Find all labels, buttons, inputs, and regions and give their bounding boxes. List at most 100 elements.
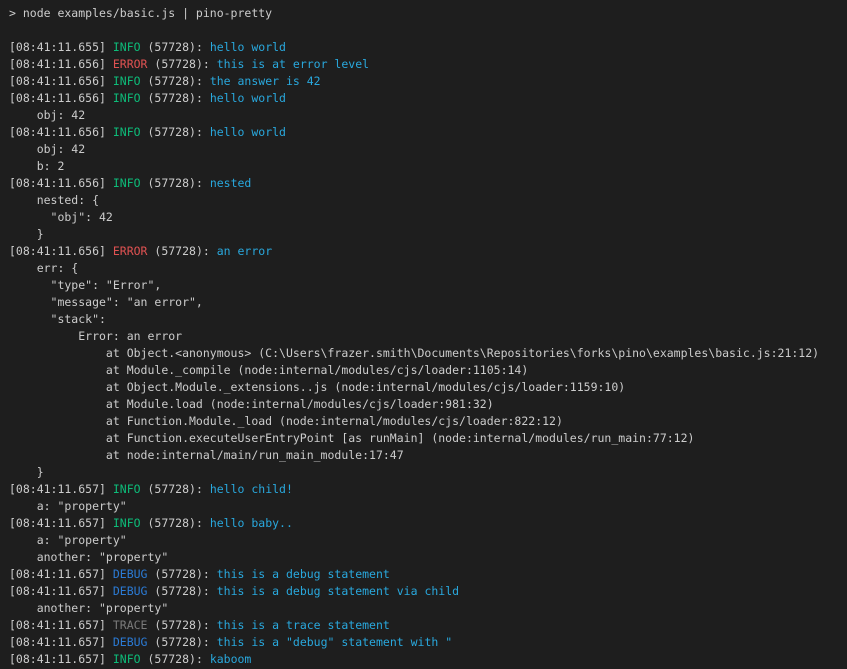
log-text: (57728): bbox=[147, 244, 216, 258]
log-text: } bbox=[9, 465, 44, 479]
terminal-line: Error: an error bbox=[9, 328, 847, 345]
log-text: [08:41:11.655] bbox=[9, 40, 113, 54]
log-text: > node examples/basic.js | pino-pretty bbox=[9, 6, 272, 20]
log-text: "stack": bbox=[9, 312, 106, 326]
log-level-info: INFO bbox=[113, 74, 141, 88]
terminal-line: obj: 42 bbox=[9, 107, 847, 124]
log-text: [08:41:11.656] bbox=[9, 91, 113, 105]
terminal-line: [08:41:11.656] ERROR (57728): an error bbox=[9, 243, 847, 260]
terminal-line: [08:41:11.656] INFO (57728): hello world bbox=[9, 124, 847, 141]
terminal-output: > node examples/basic.js | pino-pretty [… bbox=[9, 5, 847, 668]
terminal-line: [08:41:11.657] DEBUG (57728): this is a … bbox=[9, 566, 847, 583]
log-message: the answer is 42 bbox=[210, 74, 321, 88]
terminal-line: another: "property" bbox=[9, 600, 847, 617]
log-text: [08:41:11.656] bbox=[9, 244, 113, 258]
terminal-line: [08:41:11.657] INFO (57728): kaboom bbox=[9, 651, 847, 668]
log-text: Error: an error bbox=[9, 329, 182, 343]
terminal-line: at Module._compile (node:internal/module… bbox=[9, 362, 847, 379]
terminal-line: nested: { bbox=[9, 192, 847, 209]
log-text: obj: 42 bbox=[9, 142, 85, 156]
log-text: (57728): bbox=[141, 125, 210, 139]
log-text: at Function.Module._load (node:internal/… bbox=[9, 414, 563, 428]
log-text: (57728): bbox=[141, 74, 210, 88]
terminal-line: a: "property" bbox=[9, 532, 847, 549]
log-level-info: INFO bbox=[113, 482, 141, 496]
log-text: (57728): bbox=[147, 635, 216, 649]
log-message: this is a trace statement bbox=[217, 618, 390, 632]
terminal-line bbox=[9, 22, 847, 39]
terminal-line: at Function.Module._load (node:internal/… bbox=[9, 413, 847, 430]
log-text: another: "property" bbox=[9, 601, 168, 615]
terminal-line: [08:41:11.657] TRACE (57728): this is a … bbox=[9, 617, 847, 634]
log-level-error: ERROR bbox=[113, 244, 148, 258]
terminal-line: at node:internal/main/run_main_module:17… bbox=[9, 447, 847, 464]
terminal-line: "stack": bbox=[9, 311, 847, 328]
log-text: err: { bbox=[9, 261, 78, 275]
terminal-line: [08:41:11.656] INFO (57728): nested bbox=[9, 175, 847, 192]
log-message: hello world bbox=[210, 40, 286, 54]
log-text: (57728): bbox=[141, 652, 210, 666]
log-text: (57728): bbox=[141, 91, 210, 105]
terminal[interactable]: > node examples/basic.js | pino-pretty [… bbox=[0, 0, 847, 669]
log-text: a: "property" bbox=[9, 499, 127, 513]
log-text: [08:41:11.656] bbox=[9, 176, 113, 190]
terminal-line: [08:41:11.657] INFO (57728): hello child… bbox=[9, 481, 847, 498]
log-text: at node:internal/main/run_main_module:17… bbox=[9, 448, 404, 462]
terminal-line: [08:41:11.656] ERROR (57728): this is at… bbox=[9, 56, 847, 73]
terminal-line: "message": "an error", bbox=[9, 294, 847, 311]
log-text: [08:41:11.656] bbox=[9, 125, 113, 139]
log-text: at Object.Module._extensions..js (node:i… bbox=[9, 380, 625, 394]
terminal-line: } bbox=[9, 464, 847, 481]
terminal-line: } bbox=[9, 226, 847, 243]
log-text: at Module.load (node:internal/modules/cj… bbox=[9, 397, 494, 411]
log-message: this is a "debug" statement with " bbox=[217, 635, 452, 649]
log-level-info: INFO bbox=[113, 652, 141, 666]
log-message: hello world bbox=[210, 125, 286, 139]
log-text: [08:41:11.657] bbox=[9, 516, 113, 530]
log-message: hello child! bbox=[210, 482, 293, 496]
log-level-debug: DEBUG bbox=[113, 567, 148, 581]
log-text: "message": "an error", bbox=[9, 295, 203, 309]
log-text: [08:41:11.657] bbox=[9, 584, 113, 598]
log-text: another: "property" bbox=[9, 550, 168, 564]
log-message: hello baby.. bbox=[210, 516, 293, 530]
terminal-line: at Function.executeUserEntryPoint [as ru… bbox=[9, 430, 847, 447]
log-level-trace: TRACE bbox=[113, 618, 148, 632]
log-message: this is at error level bbox=[217, 57, 369, 71]
log-level-info: INFO bbox=[113, 516, 141, 530]
log-text: [08:41:11.656] bbox=[9, 74, 113, 88]
log-message: nested bbox=[210, 176, 252, 190]
log-text: (57728): bbox=[141, 516, 210, 530]
terminal-line: "type": "Error", bbox=[9, 277, 847, 294]
log-message: this is a debug statement bbox=[217, 567, 390, 581]
log-text: [08:41:11.657] bbox=[9, 567, 113, 581]
log-text: (57728): bbox=[147, 567, 216, 581]
terminal-line: [08:41:11.655] INFO (57728): hello world bbox=[9, 39, 847, 56]
terminal-line: "obj": 42 bbox=[9, 209, 847, 226]
log-message: hello world bbox=[210, 91, 286, 105]
terminal-line: at Module.load (node:internal/modules/cj… bbox=[9, 396, 847, 413]
terminal-line: [08:41:11.657] DEBUG (57728): this is a … bbox=[9, 634, 847, 651]
terminal-line: [08:41:11.656] INFO (57728): the answer … bbox=[9, 73, 847, 90]
log-level-debug: DEBUG bbox=[113, 584, 148, 598]
log-text: b: 2 bbox=[9, 159, 64, 173]
terminal-line: at Object.Module._extensions..js (node:i… bbox=[9, 379, 847, 396]
terminal-line: err: { bbox=[9, 260, 847, 277]
log-text: at Function.executeUserEntryPoint [as ru… bbox=[9, 431, 694, 445]
log-text: at Object.<anonymous> (C:\Users\frazer.s… bbox=[9, 346, 819, 360]
terminal-line: > node examples/basic.js | pino-pretty bbox=[9, 5, 847, 22]
log-level-error: ERROR bbox=[113, 57, 148, 71]
log-text: (57728): bbox=[147, 584, 216, 598]
terminal-line: [08:41:11.656] INFO (57728): hello world bbox=[9, 90, 847, 107]
terminal-line: at Object.<anonymous> (C:\Users\frazer.s… bbox=[9, 345, 847, 362]
log-text: obj: 42 bbox=[9, 108, 85, 122]
log-level-info: INFO bbox=[113, 91, 141, 105]
log-text: nested: { bbox=[9, 193, 99, 207]
log-level-info: INFO bbox=[113, 176, 141, 190]
log-text: (57728): bbox=[141, 40, 210, 54]
terminal-line: b: 2 bbox=[9, 158, 847, 175]
terminal-line: another: "property" bbox=[9, 549, 847, 566]
log-text: [08:41:11.657] bbox=[9, 618, 113, 632]
log-text: a: "property" bbox=[9, 533, 127, 547]
log-level-info: INFO bbox=[113, 40, 141, 54]
